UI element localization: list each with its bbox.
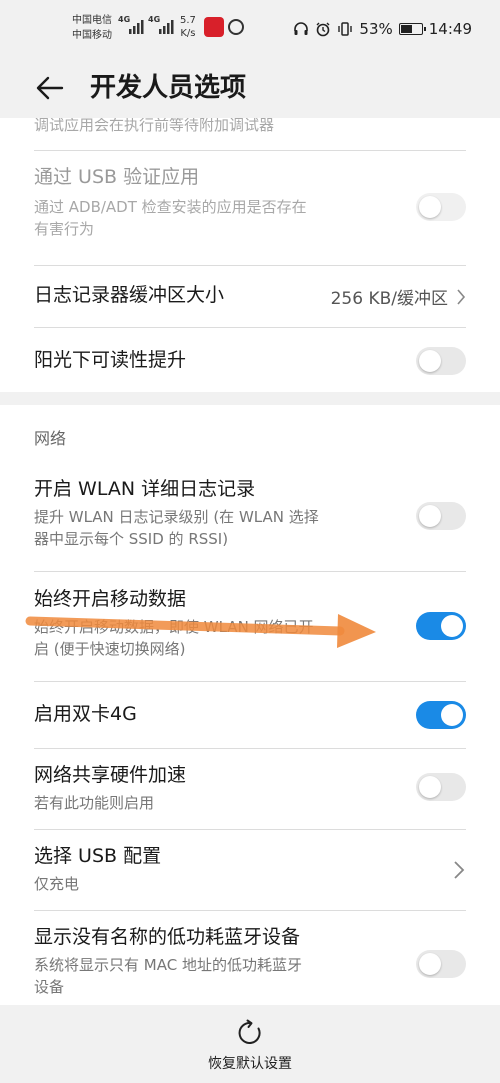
debug-wait-item: 调试应用会在执行前等待附加调试器	[34, 118, 275, 134]
reset-icon[interactable]	[236, 1019, 264, 1047]
divider	[34, 829, 466, 830]
battery-icon	[398, 23, 426, 35]
restore-defaults-button[interactable]: 恢复默认设置	[0, 1053, 500, 1073]
divider	[34, 265, 466, 266]
vibrate-icon	[338, 22, 353, 36]
app-bar: 开发人员选项	[0, 58, 500, 118]
mobile-data-always-on-title: 始终开启移动数据	[34, 588, 187, 610]
sunlight-readability-item[interactable]: 阳光下可读性提升	[34, 347, 466, 387]
tethering-hw-accel-title: 网络共享硬件加速	[34, 764, 187, 786]
usb-configuration-desc: 仅充电	[34, 875, 80, 893]
dual-sim-4g-item[interactable]: 启用双卡4G	[34, 701, 466, 741]
divider	[34, 748, 466, 749]
wlan-verbose-logging-item[interactable]: 开启 WLAN 详细日志记录 提升 WLAN 日志记录级别 (在 WLAN 选择…	[34, 476, 466, 566]
tethering-hw-accel-toggle[interactable]	[416, 773, 466, 801]
network-settings-card: 网络 开启 WLAN 详细日志记录 提升 WLAN 日志记录级别 (在 WLAN…	[0, 405, 500, 1005]
logger-buffer-value[interactable]: 256 KB/缓冲区	[331, 284, 466, 309]
divider	[34, 150, 466, 151]
signal-icon-1: 4G	[118, 15, 146, 35]
debug-settings-card: 调试应用会在执行前等待附加调试器 通过 USB 验证应用 通过 ADB/ADT …	[0, 118, 500, 392]
tethering-hw-accel-desc: 若有此功能则启用	[34, 794, 155, 812]
app-notification-icon	[204, 17, 224, 37]
status-icons-right: 53% 14:49	[293, 19, 472, 39]
section-header-network: 网络	[34, 429, 67, 448]
dual-sim-4g-toggle[interactable]	[416, 701, 466, 729]
divider	[34, 571, 466, 572]
battery-percent: 53%	[359, 20, 393, 38]
sunlight-readability-title: 阳光下可读性提升	[34, 349, 187, 371]
sunlight-readability-toggle[interactable]	[416, 347, 466, 375]
wlan-verbose-logging-desc: 提升 WLAN 日志记录级别 (在 WLAN 选择 器中显示每个 SSID 的 …	[34, 508, 319, 548]
page-title: 开发人员选项	[90, 73, 247, 103]
ble-unnamed-devices-item[interactable]: 显示没有名称的低功耗蓝牙设备 系统将显示只有 MAC 地址的低功耗蓝牙 设备	[34, 924, 466, 1009]
verify-usb-apps-desc: 通过 ADB/ADT 检查安装的应用是否存在 有害行为	[34, 198, 307, 238]
carrier-1: 中国电信	[72, 15, 112, 26]
dual-sim-4g-title: 启用双卡4G	[34, 703, 137, 725]
usb-configuration-item[interactable]: 选择 USB 配置 仅充电	[34, 843, 466, 903]
divider	[34, 681, 466, 682]
divider	[34, 910, 466, 911]
clock: 14:49	[428, 20, 472, 38]
chevron-right-icon	[457, 288, 466, 305]
carrier-2: 中国移动	[72, 30, 112, 41]
network-speed: 5.7 K/s	[180, 15, 196, 39]
mobile-data-always-on-toggle[interactable]	[416, 612, 466, 640]
verify-usb-apps-item: 通过 USB 验证应用 通过 ADB/ADT 检查安装的应用是否存在 有害行为	[34, 164, 466, 294]
headset-icon	[294, 22, 309, 35]
mobile-data-always-on-desc: 始终开启移动数据，即使 WLAN 网络已开 启 (便于快速切换网络)	[34, 618, 314, 658]
verify-usb-apps-toggle	[416, 193, 466, 221]
status-bar: 中国电信 中国移动 4G 4G 5.7 K/s 53% 14:49	[0, 0, 500, 58]
alarm-icon	[316, 22, 330, 37]
verify-usb-apps-title: 通过 USB 验证应用	[34, 166, 200, 188]
signal-icon-2: 4G	[148, 15, 176, 35]
sync-notification-icon	[228, 19, 244, 35]
carrier-names: 中国电信 中国移动	[72, 13, 112, 43]
back-arrow-icon[interactable]	[34, 72, 66, 104]
divider	[34, 327, 466, 328]
ble-unnamed-devices-desc: 系统将显示只有 MAC 地址的低功耗蓝牙 设备	[34, 956, 302, 996]
chevron-right-icon	[454, 861, 465, 879]
wlan-verbose-logging-title: 开启 WLAN 详细日志记录	[34, 478, 256, 500]
ble-unnamed-devices-toggle[interactable]	[416, 950, 466, 978]
ble-unnamed-devices-title: 显示没有名称的低功耗蓝牙设备	[34, 926, 301, 948]
usb-configuration-title: 选择 USB 配置	[34, 845, 162, 867]
wlan-verbose-logging-toggle[interactable]	[416, 502, 466, 530]
mobile-data-always-on-item[interactable]: 始终开启移动数据 始终开启移动数据，即使 WLAN 网络已开 启 (便于快速切换…	[34, 586, 466, 676]
tethering-hw-accel-item[interactable]: 网络共享硬件加速 若有此功能则启用	[34, 762, 466, 822]
bottom-action-bar: 恢复默认设置	[0, 1005, 500, 1083]
